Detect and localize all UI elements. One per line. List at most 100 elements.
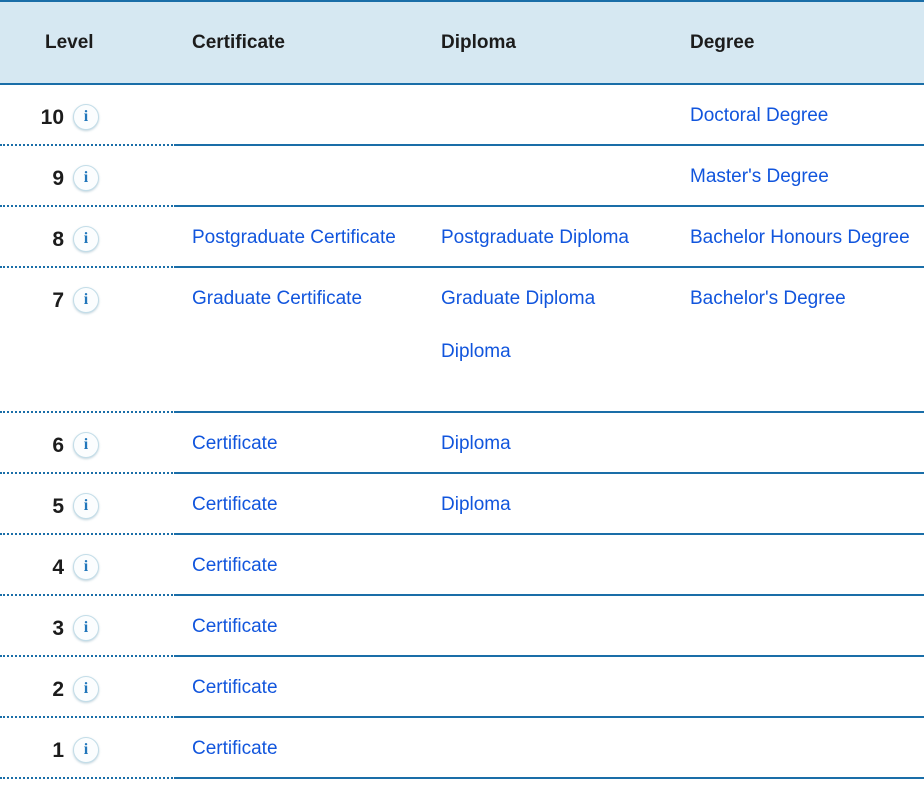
cell-certificate: Certificate [176,412,441,474]
qualification-link[interactable]: Certificate [192,736,441,762]
cell-certificate: Certificate [176,656,441,718]
cell-content [690,718,924,736]
cell-content: Bachelor Honours Degree [690,207,924,251]
qualification-link[interactable]: Certificate [192,553,441,579]
cell-diploma [441,534,690,596]
info-icon[interactable]: i [73,676,99,702]
cell-content [690,535,924,553]
qualification-link[interactable]: Bachelor Honours Degree [690,225,924,251]
qualification-link[interactable]: Diploma [441,431,690,457]
info-icon[interactable]: i [73,615,99,641]
qualification-link[interactable]: Graduate Certificate [192,286,441,312]
cell-certificate: Certificate [176,595,441,657]
cell-content: Certificate [176,657,441,701]
level-wrapper: 9i [0,146,176,191]
cell-degree: Bachelor's Degree [690,267,924,413]
cell-content: Postgraduate Diploma [441,207,690,251]
info-icon[interactable]: i [73,554,99,580]
column-header-certificate: Certificate [176,0,441,85]
cell-content: Diploma [441,474,690,518]
cell-content [441,85,690,103]
qualification-link[interactable]: Postgraduate Diploma [441,225,690,251]
cell-level: 7i [0,267,176,413]
cell-content [690,657,924,675]
cell-degree: Bachelor Honours Degree [690,206,924,268]
qualification-link[interactable]: Diploma [441,339,690,365]
table-header-row: Level Certificate Diploma Degree [0,0,924,85]
cell-degree [690,412,924,474]
qualification-link[interactable]: Graduate Diploma [441,286,690,312]
table-row: 6 i Certificate Diploma [0,412,924,474]
cell-content: Certificate [176,535,441,579]
cell-level: 6i [0,412,176,474]
column-header-degree: Degree [690,0,924,85]
cell-level: 9i [0,145,176,207]
cell-diploma [441,145,690,207]
qualification-link[interactable]: Certificate [192,614,441,640]
cell-degree [690,656,924,718]
cell-diploma [441,656,690,718]
column-header-diploma-label: Diploma [441,31,516,53]
cell-content: Graduate Certificate [176,268,441,312]
column-header-degree-label: Degree [690,31,755,53]
cell-content [441,596,690,614]
level-wrapper: 10 i [0,85,176,130]
level-number: 7 [52,288,64,312]
qualification-link[interactable]: Certificate [192,431,441,457]
cell-level: 8i [0,206,176,268]
table-row: 5 i Certificate Diploma [0,473,924,535]
qualifications-table: Level Certificate Diploma Degree 10 i Doct… [0,0,924,779]
level-number: 2 [52,677,64,701]
cell-level: 5i [0,473,176,535]
level-number: 9 [52,166,64,190]
cell-content: Graduate Diploma Diploma [441,268,690,365]
cell-diploma: Diploma [441,473,690,535]
table-row: 9 i Master's Degree [0,145,924,207]
cell-diploma: Postgraduate Diploma [441,206,690,268]
cell-content: Doctoral Degree [690,85,924,129]
qualification-link[interactable]: Master's Degree [690,164,924,190]
qualification-link[interactable]: Bachelor's Degree [690,286,924,312]
cell-level: 4i [0,534,176,596]
cell-content [441,535,690,553]
qualification-link[interactable]: Doctoral Degree [690,103,924,129]
level-wrapper: 7i [0,268,176,313]
cell-content [441,657,690,675]
qualification-link[interactable]: Postgraduate Certificate [192,225,441,251]
cell-level: 10 i [0,84,176,146]
info-icon[interactable]: i [73,737,99,763]
info-icon[interactable]: i [73,493,99,519]
cell-content: Certificate [176,474,441,518]
table-row: 4 i Certificate [0,534,924,596]
level-wrapper: 5i [0,474,176,519]
cell-diploma [441,84,690,146]
cell-level: 2i [0,656,176,718]
info-icon[interactable]: i [73,287,99,313]
cell-content: Bachelor's Degree [690,268,924,312]
qualification-link[interactable]: Certificate [192,675,441,701]
table-body: 10 i Doctoral Degree 9 i Master's Degree 8 i Pos… [0,84,924,779]
level-wrapper: 2i [0,657,176,702]
info-icon[interactable]: i [73,165,99,191]
table-row: 3 i Certificate [0,595,924,657]
cell-certificate [176,84,441,146]
level-wrapper: 3i [0,596,176,641]
table-row: 8 i Postgraduate Certificate Postgraduate D… [0,206,924,268]
cell-content: Certificate [176,596,441,640]
cell-certificate: Graduate Certificate [176,267,441,413]
info-icon[interactable]: i [73,104,99,130]
table-row: 1 i Certificate [0,717,924,779]
cell-content: Certificate [176,718,441,762]
level-wrapper: 1i [0,718,176,763]
info-icon[interactable]: i [73,432,99,458]
cell-degree [690,717,924,779]
column-header-level-label: Level [45,31,94,53]
qualification-link[interactable]: Certificate [192,492,441,518]
cell-content [441,146,690,164]
cell-content [441,718,690,736]
cell-certificate: Certificate [176,473,441,535]
info-icon[interactable]: i [73,226,99,252]
qualification-link[interactable]: Diploma [441,492,690,518]
cell-degree [690,534,924,596]
cell-content: Postgraduate Certificate [176,207,441,251]
